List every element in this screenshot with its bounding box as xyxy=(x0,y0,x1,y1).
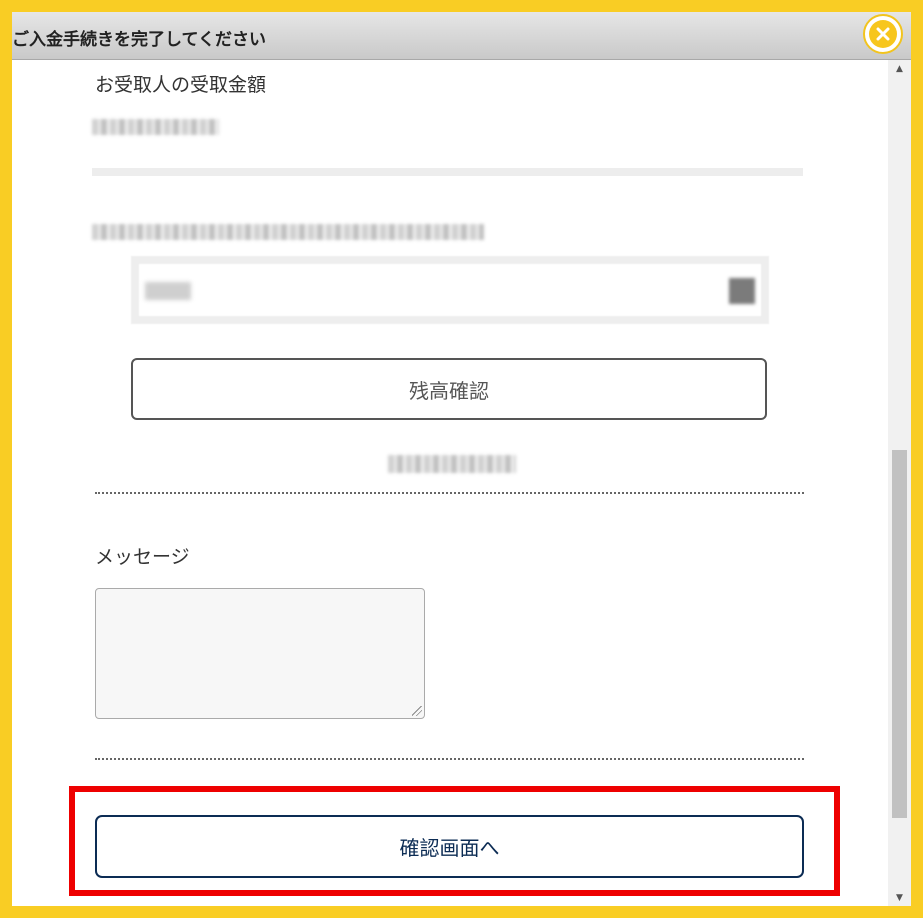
close-button[interactable] xyxy=(863,14,903,54)
dialog-title: ご入金手続きを完了してください xyxy=(12,30,266,50)
highlight-box xyxy=(69,786,840,896)
dialog-content: お受取人の受取金額 残高確認 メッセージ 確認画面へ xyxy=(12,60,888,906)
account-instruction-redacted xyxy=(92,224,484,240)
dotted-divider-top xyxy=(95,492,804,494)
vertical-scrollbar[interactable]: ▲ ▼ xyxy=(888,60,911,906)
payment-dialog: ご入金手続きを完了してください お受取人の受取金額 残高確認 メッセージ 確認画… xyxy=(12,12,911,906)
dropdown-icon xyxy=(729,278,755,304)
dotted-divider-bottom xyxy=(95,758,804,760)
receive-amount-value-redacted xyxy=(92,119,219,135)
scroll-up-arrow-icon[interactable]: ▲ xyxy=(888,60,911,77)
checking-status-redacted xyxy=(388,455,516,473)
receive-amount-label: お受取人の受取金額 xyxy=(95,74,267,96)
balance-check-button[interactable]: 残高確認 xyxy=(131,358,767,420)
close-icon xyxy=(869,20,897,48)
account-select-value-redacted xyxy=(145,282,191,300)
dialog-titlebar: ご入金手続きを完了してください xyxy=(12,12,911,60)
account-select[interactable] xyxy=(131,256,769,324)
scroll-thumb[interactable] xyxy=(892,450,907,818)
resize-grip-icon[interactable] xyxy=(412,706,422,716)
section-divider xyxy=(92,168,803,176)
message-label: メッセージ xyxy=(95,546,190,568)
message-textarea[interactable] xyxy=(95,588,425,719)
scroll-down-arrow-icon[interactable]: ▼ xyxy=(888,889,911,906)
